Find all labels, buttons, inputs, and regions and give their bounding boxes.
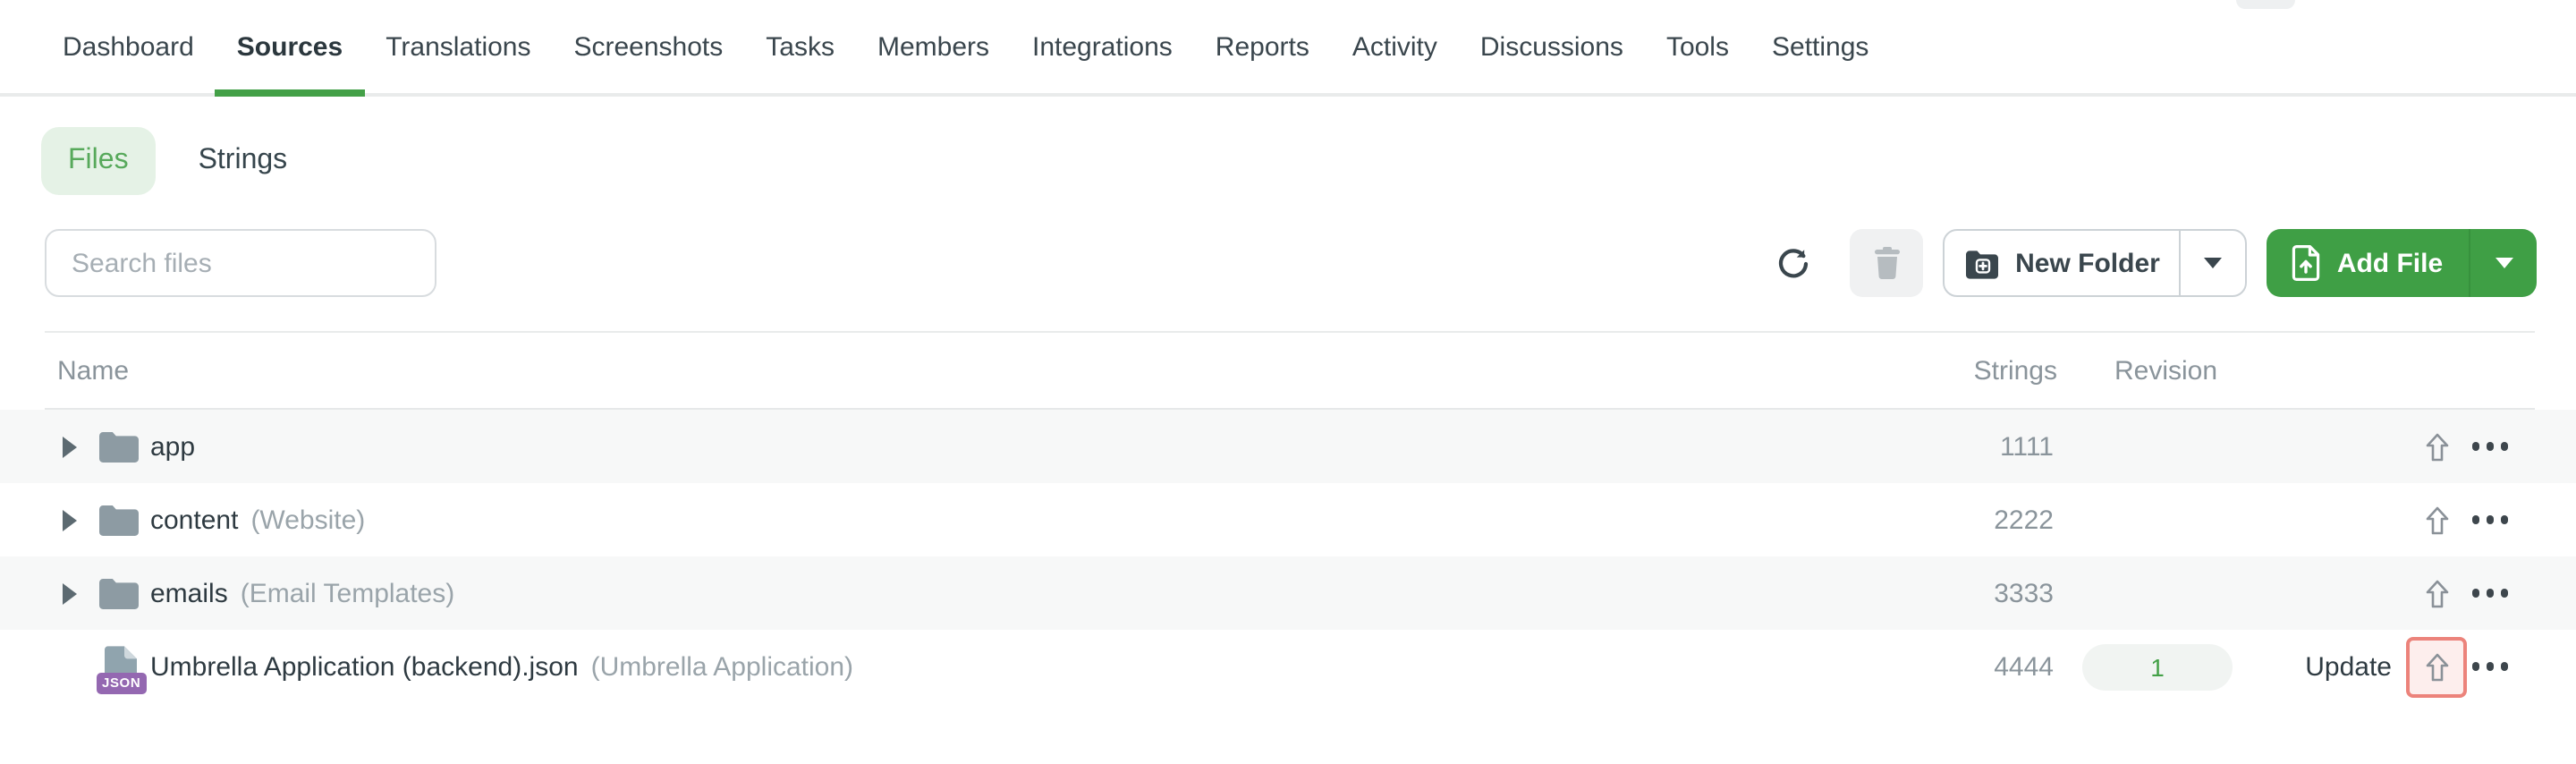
- chevron-down-icon: [2204, 258, 2222, 268]
- nav-tab-tasks[interactable]: Tasks: [744, 0, 856, 93]
- nav-tab-reports[interactable]: Reports: [1194, 0, 1331, 93]
- subtab-strings[interactable]: Strings: [172, 127, 315, 195]
- new-folder-dropdown-button[interactable]: [2179, 231, 2245, 295]
- add-file-button[interactable]: Add File: [2267, 229, 2469, 297]
- more-actions-button[interactable]: [2465, 568, 2515, 618]
- upload-arrow-icon: [2425, 579, 2448, 607]
- add-file-icon: [2292, 245, 2321, 281]
- column-header-strings: Strings: [1973, 356, 2057, 386]
- upload-button[interactable]: [2406, 489, 2467, 550]
- project-nav: Dashboard Sources Translations Screensho…: [0, 0, 2576, 97]
- folder-name[interactable]: content: [150, 505, 238, 535]
- upload-button[interactable]: [2406, 563, 2467, 624]
- files-table-header: Name Strings Revision: [45, 333, 2535, 410]
- upload-button[interactable]: [2406, 416, 2467, 477]
- file-note: (Umbrella Application): [590, 651, 854, 682]
- nav-tab-dashboard[interactable]: Dashboard: [41, 0, 216, 93]
- nav-tab-translations[interactable]: Translations: [364, 0, 552, 93]
- sources-files-page: Dashboard Sources Translations Screensho…: [0, 0, 2576, 764]
- chevron-down-icon: [2495, 258, 2512, 268]
- nav-tab-settings[interactable]: Settings: [1750, 0, 1890, 93]
- strings-count: 1111: [1999, 431, 2054, 462]
- table-row[interactable]: JSON Umbrella Application (backend).json…: [0, 630, 2576, 703]
- folder-icon: [98, 577, 140, 609]
- search-input[interactable]: [45, 229, 436, 297]
- refresh-icon: [1775, 246, 1809, 280]
- column-header-name: Name: [57, 356, 130, 386]
- column-header-revision: Revision: [2114, 356, 2218, 386]
- ellipsis-icon: [2471, 442, 2480, 451]
- file-name-cell: content (Website): [150, 505, 365, 535]
- new-folder-split-button: New Folder: [1943, 229, 2247, 297]
- strings-count: 3333: [1994, 578, 2054, 608]
- cropped-top-widget: [2236, 0, 2295, 9]
- json-file-icon: JSON: [97, 645, 147, 693]
- add-file-label: Add File: [2336, 248, 2444, 278]
- trash-icon: [1872, 247, 1901, 279]
- nav-tab-members[interactable]: Members: [856, 0, 1011, 93]
- folder-name[interactable]: emails: [150, 578, 228, 608]
- add-file-split-button: Add File: [2267, 229, 2537, 297]
- expand-caret-icon[interactable]: [63, 582, 77, 604]
- strings-count: 4444: [1994, 651, 2054, 682]
- file-name[interactable]: Umbrella Application (backend).json: [150, 651, 579, 682]
- nav-tab-sources[interactable]: Sources: [215, 0, 365, 97]
- nav-tab-tools[interactable]: Tools: [1645, 0, 1750, 93]
- expand-caret-icon[interactable]: [63, 436, 77, 457]
- file-name-cell: Umbrella Application (backend).json (Umb…: [150, 651, 853, 682]
- nav-tab-integrations[interactable]: Integrations: [1011, 0, 1194, 93]
- upload-arrow-icon: [2425, 505, 2448, 534]
- subtab-files[interactable]: Files: [41, 127, 156, 195]
- folder-note: (Email Templates): [240, 578, 455, 608]
- files-toolbar: New Folder Add File: [0, 229, 2576, 297]
- add-file-dropdown-button[interactable]: [2469, 229, 2537, 297]
- table-row[interactable]: emails (Email Templates) 3333: [0, 556, 2576, 630]
- strings-count: 2222: [1994, 505, 2054, 535]
- delete-button[interactable]: [1850, 229, 1923, 297]
- new-folder-icon: [1963, 248, 1999, 278]
- upload-button-highlighted[interactable]: [2406, 636, 2467, 697]
- folder-note: (Website): [250, 505, 366, 535]
- json-type-badge: JSON: [97, 672, 147, 693]
- folder-icon: [98, 504, 140, 536]
- folder-icon: [98, 430, 140, 463]
- table-row[interactable]: app 1111: [0, 410, 2576, 483]
- files-table: app 1111 content (Website) 2222 emails (…: [0, 410, 2576, 703]
- folder-name[interactable]: app: [150, 431, 195, 462]
- nav-tab-activity[interactable]: Activity: [1331, 0, 1459, 93]
- more-actions-button[interactable]: [2465, 421, 2515, 471]
- more-actions-button[interactable]: [2465, 495, 2515, 545]
- ellipsis-icon: [2471, 515, 2480, 524]
- file-name-cell: app: [150, 431, 208, 462]
- upload-arrow-icon: [2425, 652, 2448, 681]
- sources-subtabs: Files Strings: [41, 127, 2576, 195]
- nav-tab-screenshots[interactable]: Screenshots: [553, 0, 745, 93]
- nav-tab-discussions[interactable]: Discussions: [1459, 0, 1645, 93]
- revision-badge[interactable]: 1: [2082, 643, 2233, 690]
- new-folder-button[interactable]: New Folder: [1945, 231, 2179, 295]
- new-folder-label: New Folder: [2015, 248, 2160, 278]
- more-actions-button[interactable]: [2465, 641, 2515, 692]
- expand-caret-icon[interactable]: [63, 509, 77, 531]
- ellipsis-icon: [2471, 589, 2480, 598]
- file-name-cell: emails (Email Templates): [150, 578, 454, 608]
- ellipsis-icon: [2471, 662, 2480, 671]
- table-row[interactable]: content (Website) 2222: [0, 483, 2576, 556]
- upload-arrow-icon: [2425, 432, 2448, 461]
- refresh-button[interactable]: [1762, 229, 1823, 297]
- update-link[interactable]: Update: [2305, 651, 2392, 682]
